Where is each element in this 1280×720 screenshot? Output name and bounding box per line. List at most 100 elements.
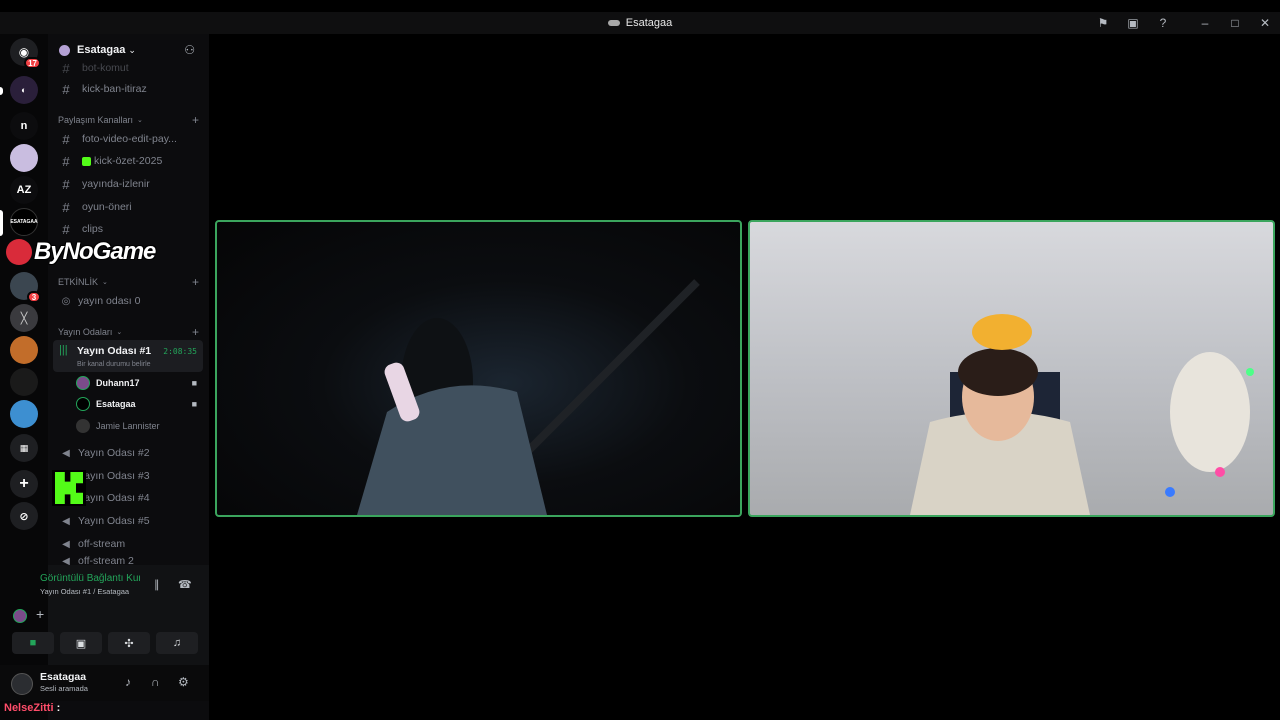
chevron-down-icon: ⌄: [128, 44, 136, 55]
soundboard-button[interactable]: ♫: [156, 632, 198, 654]
chevron-down-icon: ⌄: [102, 279, 108, 286]
server-label: ESATAGAA: [10, 219, 38, 225]
user-name[interactable]: Esatagaa: [40, 671, 86, 683]
direct-messages-button[interactable]: ◉ 17: [10, 38, 41, 69]
server-anime[interactable]: [10, 144, 38, 172]
x-logo-icon: ╳: [20, 312, 28, 325]
overlay-brand-text: ByNoGame: [34, 238, 156, 265]
close-button[interactable]: ✕: [1250, 12, 1280, 34]
channel-label: bot-komut: [82, 62, 129, 74]
category-yayin-odalari[interactable]: Yayın Odaları ⌄ +: [58, 325, 203, 339]
server-dark[interactable]: [10, 368, 38, 396]
create-channel-icon[interactable]: +: [192, 275, 199, 289]
hash-icon: #: [62, 131, 70, 147]
server-esatagaa[interactable]: ESATAGAA: [10, 208, 38, 236]
chevron-down-icon: ⌄: [116, 329, 123, 336]
channel-oyun-oneri[interactable]: # oyun-öneri: [53, 197, 204, 217]
server-x[interactable]: ╳: [10, 304, 38, 332]
voice-user-esatagaa[interactable]: Esatagaa ■: [76, 394, 200, 414]
folder-icon: ▦: [19, 442, 29, 453]
category-paylasim[interactable]: Paylaşım Kanalları ⌄ +: [58, 113, 203, 127]
dm-badge: 17: [24, 57, 41, 69]
connection-location[interactable]: Yayın Odası #1 / Esatagaa: [40, 587, 129, 596]
invite-people-icon[interactable]: ⚇: [184, 43, 195, 57]
chat-separator: :: [56, 702, 61, 714]
led-light: [1246, 368, 1254, 376]
connection-status[interactable]: Görüntülü Bağlantı Kuruldu: [40, 573, 140, 584]
channel-kick-ozet[interactable]: # kick-özet-2025: [53, 151, 204, 171]
category-label: Paylaşım Kanalları: [58, 115, 134, 125]
inbox-flag-icon[interactable]: ⚑: [1088, 12, 1118, 34]
headphones-icon[interactable]: ∩: [151, 675, 160, 689]
channel-yayin-odasi-2[interactable]: ◀ Yayın Odası #2: [53, 443, 204, 463]
noise-suppression-icon[interactable]: ∥: [154, 578, 160, 591]
server-az[interactable]: AZ: [10, 176, 38, 204]
video-tile-esatagaa[interactable]: [748, 220, 1275, 517]
window-title: Esatagaa: [607, 17, 672, 29]
mic-arm-shape: [514, 279, 700, 465]
help-icon[interactable]: ?: [1148, 12, 1178, 34]
settings-gear-icon[interactable]: ⚙: [178, 675, 189, 689]
create-channel-icon[interactable]: +: [192, 325, 199, 339]
channel-kick-ban-itiraz[interactable]: # kick-ban-itiraz: [53, 79, 204, 99]
discover-button[interactable]: ⊘: [10, 502, 38, 530]
video-tile-duhann17[interactable]: [215, 220, 742, 517]
server-label: n: [20, 120, 28, 132]
voice-user-duhann17[interactable]: Duhann17 ■: [76, 373, 200, 393]
activities-button[interactable]: ✣: [108, 632, 150, 654]
maximize-button[interactable]: □: [1220, 12, 1250, 34]
minimize-button[interactable]: –: [1190, 12, 1220, 34]
user-name: Jamie Lannister: [96, 421, 160, 431]
channel-yayin-odasi-0[interactable]: ◎ yayın odası 0: [53, 291, 204, 311]
channel-label: foto-video-edit-pay...: [82, 133, 177, 145]
add-activity-icon[interactable]: +: [36, 606, 44, 622]
voice-user-jamie[interactable]: Jamie Lannister: [76, 416, 200, 436]
channel-yayinda-izlenir[interactable]: # yayında-izlenir: [53, 174, 204, 194]
channel-status[interactable]: Bir kanal durumu belirle: [77, 361, 151, 368]
channel-yayin-odasi-5[interactable]: ◀ Yayın Odası #5: [53, 511, 204, 531]
server-n[interactable]: n: [10, 112, 38, 140]
speaker-lock-icon: ◀: [62, 515, 70, 527]
server-label: AZ: [16, 184, 32, 196]
server-blue[interactable]: [10, 400, 38, 428]
channel-label: kick-ban-itiraz: [82, 83, 147, 95]
user-status: Sesli aramada: [40, 684, 88, 693]
hash-icon: #: [62, 176, 70, 192]
call-timer: 2:08:35: [163, 347, 197, 356]
title-actions: ⚑ ▣ ? – □ ✕: [1088, 12, 1280, 34]
category-label: Yayın Odaları: [58, 327, 113, 337]
server-avatar-icon: ◐: [21, 85, 27, 95]
channel-bot-komut[interactable]: # bot-komut: [53, 58, 204, 78]
plush-toys-shape: [1170, 352, 1250, 472]
microphone-icon[interactable]: ♪: [125, 675, 131, 689]
plus-icon: +: [19, 475, 29, 492]
inbox-icon[interactable]: ▣: [1118, 12, 1148, 34]
channel-foto-video[interactable]: # foto-video-edit-pay...: [53, 129, 204, 149]
channel-label: yayında-izlenir: [82, 178, 150, 190]
create-channel-icon[interactable]: +: [192, 113, 199, 127]
avatar: [76, 419, 90, 433]
add-server-button[interactable]: +: [10, 470, 38, 498]
category-etkinlik[interactable]: ETKİNLİK ⌄ +: [58, 275, 203, 289]
active-voice-channel[interactable]: ||| Yayın Odası #1 2:08:35 Bir kanal dur…: [53, 340, 203, 372]
avatar[interactable]: [11, 673, 33, 695]
server-tiger[interactable]: [10, 336, 38, 364]
camera-button[interactable]: ■: [12, 632, 54, 654]
server-folder[interactable]: ▦: [10, 434, 38, 462]
server-soldier[interactable]: 3: [10, 272, 41, 303]
disconnect-icon[interactable]: ☎: [178, 578, 192, 591]
screen-share-button[interactable]: ▣: [60, 632, 102, 654]
channel-off-stream[interactable]: ◀ off-stream: [53, 534, 204, 554]
camera-icon: ■: [191, 399, 197, 409]
stage-icon: ◎: [61, 295, 71, 307]
led-light: [1215, 467, 1225, 477]
green-square-icon: [82, 156, 91, 166]
voice-connection-panel: Görüntülü Bağlantı Kuruldu Yayın Odası #…: [12, 565, 209, 665]
person-body-shape: [357, 385, 547, 515]
server-icon-1[interactable]: ◐: [10, 76, 38, 104]
channel-label: kick-özet-2025: [94, 155, 163, 167]
discord-window: Esatagaa ⚑ ▣ ? – □ ✕ ◉ 17 ◐ n AZ ESATAGA…: [0, 0, 1280, 720]
guild-name: Esatagaa: [77, 44, 126, 56]
video-feed-left: [357, 279, 700, 515]
avatar: [76, 397, 90, 411]
